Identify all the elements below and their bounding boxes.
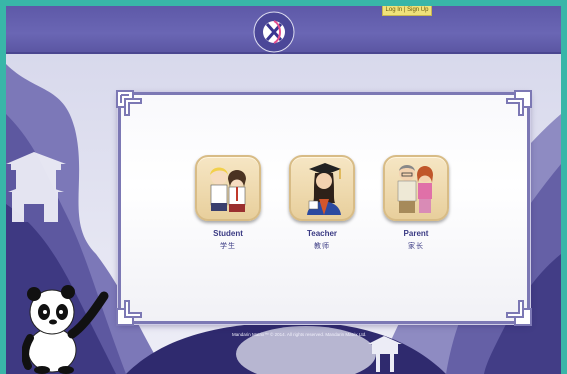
app-frame: Log In | Sign Up Student 学生 Teacher 教师 P…	[6, 6, 561, 374]
student-chinese-label: 学生	[220, 243, 236, 250]
students-icon	[210, 167, 246, 212]
corner-ornament-icon	[506, 300, 532, 326]
role-selection-panel: Student 学生 Teacher 教师 Parent 家长	[116, 90, 532, 326]
parent-button[interactable]	[383, 155, 449, 221]
student-label: Student	[213, 229, 243, 238]
corner-ornament-icon	[506, 90, 532, 116]
mandarin-matrix-logo[interactable]	[252, 10, 296, 54]
teacher-button[interactable]	[289, 155, 355, 221]
role-teacher[interactable]: Teacher 教师	[277, 155, 367, 251]
parents-icon	[397, 165, 433, 213]
teacher-chinese-label: 教师	[314, 243, 330, 250]
role-parent[interactable]: Parent 家长	[371, 155, 461, 251]
teacher-icon	[307, 163, 341, 215]
parent-chinese-label: 家长	[408, 243, 424, 250]
copyright-text: Mandarin Matrix™ © 2014. All rights rese…	[232, 332, 367, 337]
panda-mascot-icon	[22, 285, 109, 374]
parent-label: Parent	[403, 229, 429, 238]
student-button[interactable]	[195, 155, 261, 221]
corner-ornament-icon	[116, 90, 142, 116]
teacher-label: Teacher	[306, 229, 338, 238]
role-student[interactable]: Student 学生	[183, 155, 273, 251]
header-bar: Log In | Sign Up	[6, 6, 561, 54]
login-tag[interactable]: Log In | Sign Up	[382, 6, 432, 16]
